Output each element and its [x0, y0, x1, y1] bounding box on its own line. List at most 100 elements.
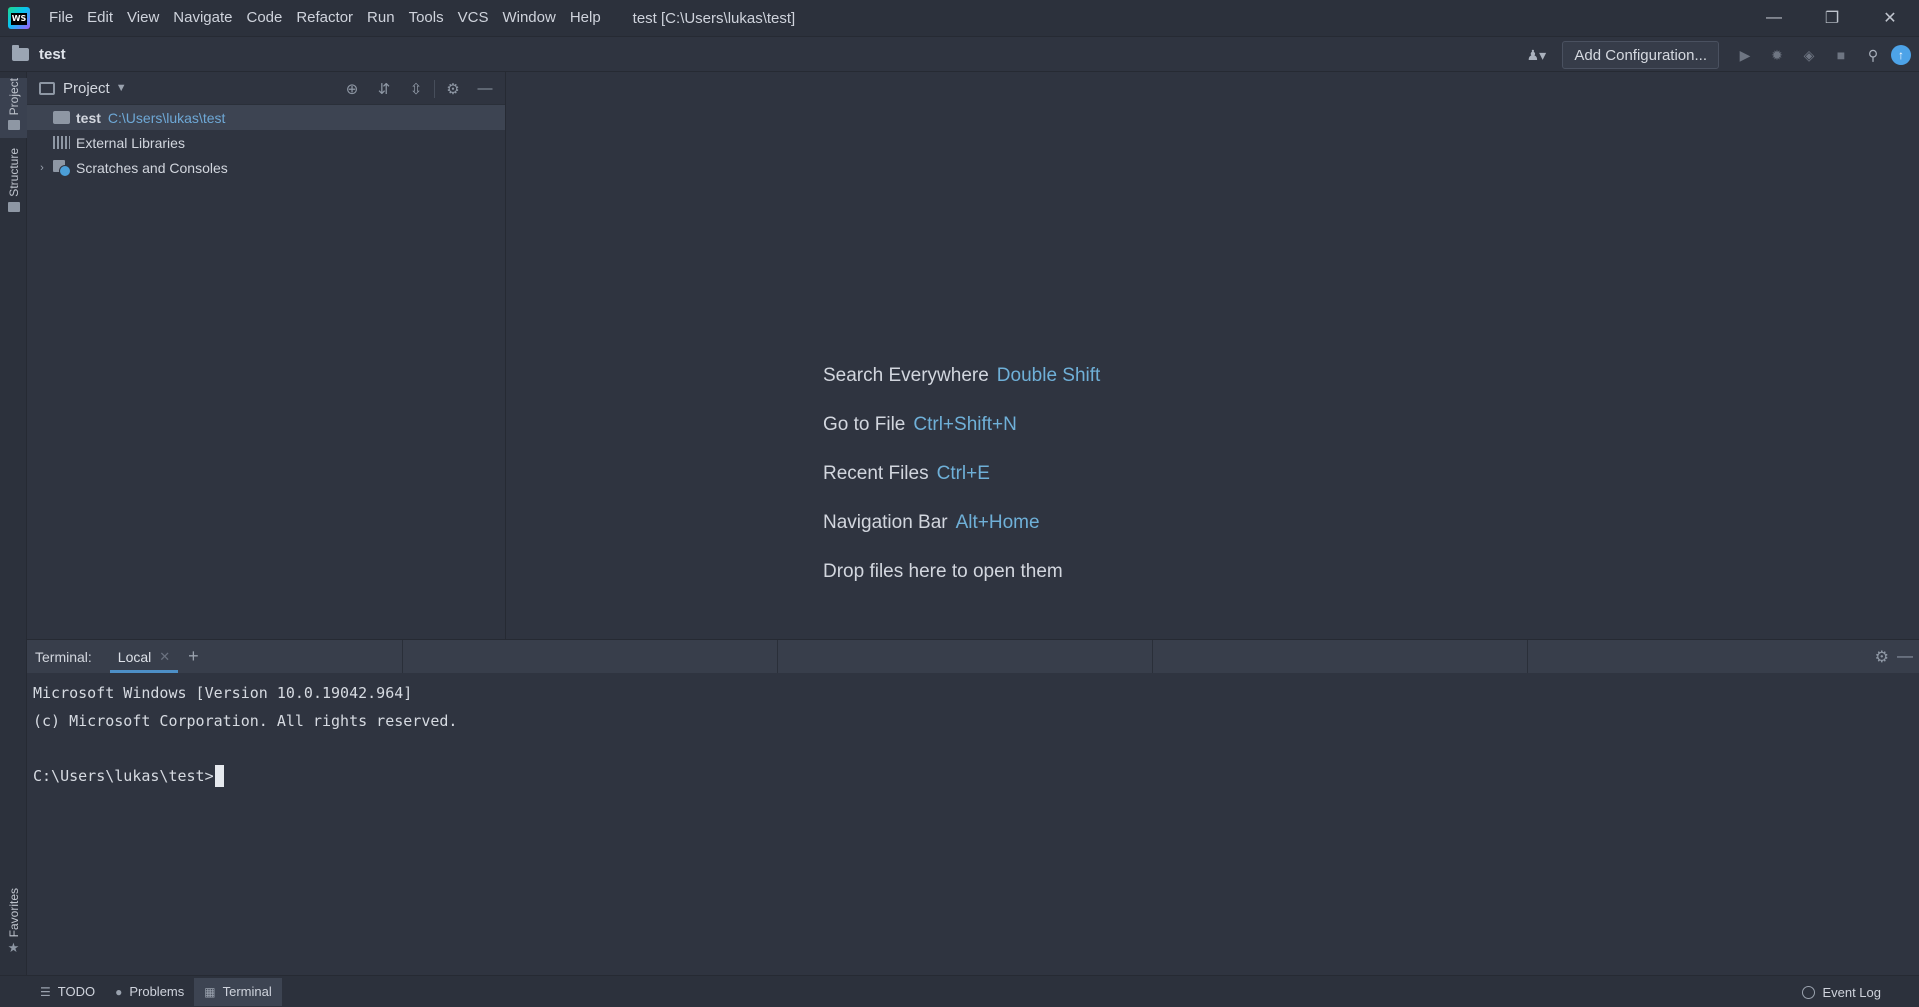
terminal-panel: Terminal: Local ✕ + ⚙ — Microsoft Window… [27, 639, 1919, 975]
terminal-header: Terminal: Local ✕ + ⚙ — [27, 640, 1919, 673]
expand-all-icon[interactable]: ⇵ [370, 75, 398, 103]
divider [777, 640, 778, 673]
hint-label: Recent Files [823, 463, 929, 484]
project-tree: test C:\Users\lukas\test External Librar… [27, 105, 505, 180]
new-terminal-tab-icon[interactable]: + [188, 646, 199, 667]
menu-edit[interactable]: Edit [80, 0, 120, 36]
main-menu: File Edit View Navigate Code Refactor Ru… [42, 0, 608, 36]
event-log-button[interactable]: Event Log [1802, 976, 1881, 1007]
hint-navigation-bar: Navigation Bar Alt+Home [823, 512, 1100, 561]
terminal-tool-tab[interactable]: ▦ Terminal [194, 977, 282, 1006]
info-icon: ● [115, 984, 123, 999]
editor-area: Search Everywhere Double Shift Go to File… [507, 72, 1919, 639]
project-tool-label: Project [6, 78, 21, 116]
tree-item-label: Scratches and Consoles [76, 159, 228, 176]
tree-item-path: C:\Users\lukas\test [107, 109, 226, 126]
divider [402, 640, 403, 673]
divider [434, 79, 435, 98]
title-bar: File Edit View Navigate Code Refactor Ru… [0, 0, 1919, 36]
debug-icon[interactable]: ✹ [1763, 41, 1791, 69]
structure-icon [7, 201, 20, 212]
coverage-icon[interactable]: ◈ [1795, 41, 1823, 69]
terminal-output[interactable]: Microsoft Windows [Version 10.0.19042.96… [27, 673, 1919, 797]
status-bar: ☰ TODO ● Problems ▦ Terminal Event Log [0, 975, 1919, 1007]
hide-icon[interactable]: — [471, 75, 499, 103]
chevron-right-icon[interactable]: › [35, 162, 49, 174]
menu-run[interactable]: Run [360, 0, 402, 36]
terminal-line: Microsoft Windows [Version 10.0.19042.96… [33, 684, 413, 702]
project-panel: Project ▼ ⊕ ⇵ ⇳ ⚙ — test C:\Users\lukas\… [27, 72, 506, 639]
terminal-tab-label: Local [117, 648, 152, 665]
project-view-selector[interactable]: Project [63, 80, 110, 97]
menu-window[interactable]: Window [495, 0, 562, 36]
hint-label: Navigation Bar [823, 512, 948, 533]
collapse-all-icon[interactable]: ⇳ [402, 75, 430, 103]
hint-drop-files: Drop files here to open them [823, 561, 1100, 610]
stop-icon[interactable]: ■ [1827, 41, 1855, 69]
project-tool-tab[interactable]: Project [0, 78, 27, 138]
hide-icon[interactable]: — [1897, 648, 1913, 666]
window-controls: — ❐ ✕ [1745, 0, 1919, 36]
gear-icon[interactable]: ⚙ [439, 75, 467, 103]
tree-item-scratches[interactable]: › Scratches and Consoles [27, 155, 505, 180]
terminal-line: (c) Microsoft Corporation. All rights re… [33, 711, 458, 730]
empty-editor-hints: Search Everywhere Double Shift Go to File… [823, 365, 1100, 610]
project-panel-actions: ⊕ ⇵ ⇳ ⚙ — [338, 72, 499, 105]
structure-tool-label: Structure [6, 148, 21, 197]
problems-tool-tab[interactable]: ● Problems [105, 978, 194, 1006]
hint-label: Drop files here to open them [823, 561, 1063, 582]
search-icon[interactable]: ⚲ [1859, 41, 1887, 69]
hint-shortcut: Ctrl+E [936, 463, 990, 484]
list-icon: ☰ [40, 984, 51, 999]
restore-icon[interactable]: ❐ [1803, 0, 1861, 36]
menu-code[interactable]: Code [239, 0, 289, 36]
hint-search-everywhere: Search Everywhere Double Shift [823, 365, 1100, 414]
run-icon[interactable]: ▶ [1731, 41, 1759, 69]
divider [1152, 640, 1153, 673]
terminal-tab-local[interactable]: Local ✕ [109, 640, 179, 673]
close-tab-icon[interactable]: ✕ [159, 649, 170, 665]
locate-icon[interactable]: ⊕ [338, 75, 366, 103]
event-log-label: Event Log [1822, 984, 1881, 1000]
menu-navigate[interactable]: Navigate [166, 0, 239, 36]
menu-view[interactable]: View [120, 0, 166, 36]
update-icon[interactable]: ↑ [1891, 45, 1911, 65]
favorites-tool-tab[interactable]: Favorites ★ [0, 888, 27, 968]
menu-vcs[interactable]: VCS [451, 0, 496, 36]
user-dropdown-icon[interactable]: ♟▾ [1522, 41, 1550, 69]
star-icon: ★ [7, 940, 20, 956]
hint-shortcut: Ctrl+Shift+N [913, 414, 1017, 435]
project-folder-icon [7, 120, 20, 131]
window-title: test [C:\Users\lukas\test] [632, 9, 796, 27]
terminal-label: Terminal [222, 984, 272, 999]
chevron-down-icon[interactable]: ▼ [116, 82, 127, 94]
close-icon[interactable]: ✕ [1861, 0, 1919, 36]
problems-label: Problems [129, 984, 185, 999]
event-log-icon [1802, 985, 1816, 999]
minimize-icon[interactable]: — [1745, 0, 1803, 36]
todo-label: TODO [57, 984, 96, 999]
add-configuration-button[interactable]: Add Configuration... [1562, 41, 1719, 69]
menu-tools[interactable]: Tools [402, 0, 451, 36]
project-view-icon [39, 81, 55, 95]
breadcrumb-project[interactable]: test [39, 46, 66, 63]
structure-tool-tab[interactable]: Structure [0, 148, 27, 220]
menu-refactor[interactable]: Refactor [289, 0, 360, 36]
folder-icon [53, 111, 70, 124]
terminal-prompt: C:\Users\lukas\test> [33, 766, 214, 785]
gear-icon[interactable]: ⚙ [1875, 647, 1889, 667]
library-icon [53, 136, 70, 149]
text-cursor [214, 765, 224, 787]
tree-item-external-libraries[interactable]: External Libraries [27, 130, 505, 155]
terminal-title: Terminal: [35, 648, 92, 665]
favorites-label: Favorites [6, 888, 21, 938]
terminal-prompt-line: C:\Users\lukas\test> [33, 763, 1913, 791]
menu-file[interactable]: File [42, 0, 80, 36]
terminal-actions: ⚙ — [1875, 640, 1913, 673]
divider [1527, 640, 1528, 673]
todo-tool-tab[interactable]: ☰ TODO [30, 978, 105, 1006]
menu-help[interactable]: Help [563, 0, 608, 36]
hint-label: Search Everywhere [823, 365, 989, 386]
tree-item-test[interactable]: test C:\Users\lukas\test [27, 105, 505, 130]
